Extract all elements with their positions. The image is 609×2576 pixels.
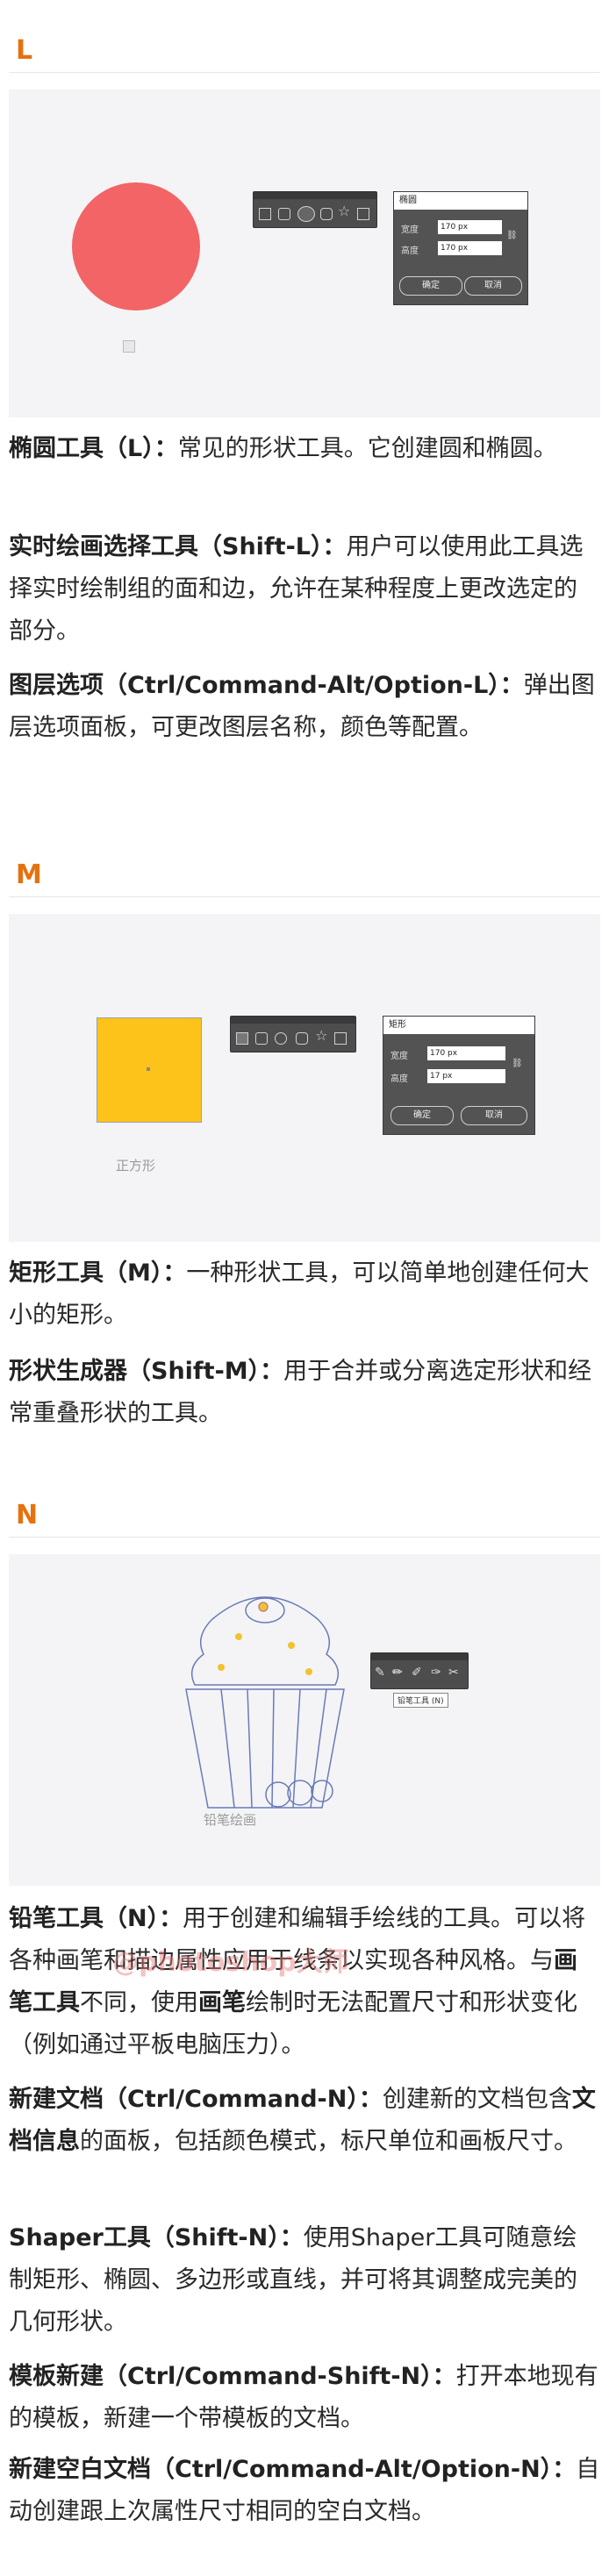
height-field[interactable]: 170 px [438, 241, 502, 255]
path-eraser-icon[interactable]: ✑ [431, 1666, 441, 1680]
description: 常见的形状工具。它创建圆和椭圆。 [177, 435, 557, 462]
polygon-tool-icon[interactable] [296, 1032, 308, 1045]
rectangle-tool-icon[interactable] [259, 208, 271, 220]
shape-caption: 正方形 [116, 1158, 156, 1174]
dialog-title: 矩形 [383, 1017, 534, 1034]
watermark: @photoshop大师 [112, 1947, 349, 1978]
cancel-button[interactable]: 取消 [464, 276, 522, 296]
cancel-button[interactable]: 取消 [461, 1106, 527, 1125]
width-field[interactable]: 170 px [427, 1046, 505, 1060]
flare-tool-icon[interactable] [357, 208, 369, 220]
rectangle-tool-icon[interactable] [236, 1032, 248, 1045]
text-template-new: 模板新建（Ctrl/Command-Shift-N）：打开本地现有的模板，新建一… [9, 2356, 600, 2440]
term: 实时绘画选择工具（Shift-L）： [9, 533, 347, 560]
width-field[interactable]: 170 px [438, 220, 502, 234]
description: 创建新的文档包含 [382, 2086, 572, 2113]
description: 的面板，包括颜色模式，标尺单位和画板尺寸。 [80, 2128, 577, 2155]
circle-shape [72, 182, 200, 310]
term: 形状生成器（Shift-M）： [9, 1358, 284, 1385]
divider [9, 896, 600, 897]
flare-tool-icon[interactable] [334, 1032, 347, 1045]
tooltip: 铅笔工具 (N) [393, 1693, 448, 1708]
text-new-blank: 新建空白文档（Ctrl/Command-Alt/Option-N）：自动创建跟上… [9, 2449, 600, 2533]
rounded-rect-tool-icon[interactable] [278, 208, 290, 220]
illustration-ellipse-tool: ☆ 椭圆 宽度 170 px 高度 170 px ⛓ 确定 取消 [9, 89, 600, 417]
section-letter: M [16, 860, 42, 890]
term: Shaper工具（Shift-N）： [9, 2224, 304, 2251]
term: 椭圆工具（L）： [9, 435, 178, 462]
pencil-tool-strip: ✎ ✏ ✐ ✑ ✂ [370, 1652, 469, 1689]
text-layer-options: 图层选项（Ctrl/Command-Alt/Option-L）：弹出图层选项面板… [9, 665, 600, 749]
illustration-rectangle-tool: 正方形 ☆ 矩形 宽度 170 px 高度 17 px ⛓ 确定 取消 [9, 914, 600, 1242]
text-ellipse-tool: 椭圆工具（L）：常见的形状工具。它创建圆和椭圆。 [9, 428, 600, 470]
text-shaper-tool: Shaper工具（Shift-N）：使用Shaper工具可随意绘制矩形、椭圆、多… [9, 2217, 600, 2344]
description: 不同，使用 [80, 1989, 198, 2016]
smooth-tool-icon[interactable]: ✐ [412, 1666, 422, 1680]
term: 图层选项（Ctrl/Command-Alt/Option-L）： [9, 672, 524, 699]
section-m-header: M [0, 851, 609, 903]
shape-caption: 铅笔绘画 [204, 1812, 257, 1828]
link-icon[interactable]: ⛓ [506, 231, 518, 240]
section-n-header: N [0, 1491, 609, 1544]
link-icon[interactable]: ⛓ [512, 1059, 523, 1068]
height-label: 高度 [401, 246, 419, 256]
star-tool-icon[interactable]: ☆ [315, 1027, 327, 1044]
height-field[interactable]: 17 px [427, 1069, 505, 1083]
width-label: 宽度 [401, 225, 419, 235]
height-label: 高度 [390, 1074, 408, 1084]
highlight: 画笔 [198, 1989, 246, 2016]
divider [9, 1537, 600, 1538]
ellipse-tool-icon[interactable] [297, 206, 315, 222]
polygon-tool-icon[interactable] [320, 208, 333, 220]
star-tool-icon[interactable]: ☆ [338, 203, 350, 219]
pencil-tool-icon[interactable]: ✏ [392, 1666, 403, 1680]
cupcake-sketch [185, 1596, 345, 1809]
text-new-document: 新建文档（Ctrl/Command-N）：创建新的文档包含文档信息的面板，包括颜… [9, 2079, 600, 2163]
section-letter: N [16, 1500, 39, 1531]
ellipse-tool-icon[interactable] [275, 1032, 287, 1045]
rectangle-dialog: 矩形 宽度 170 px 高度 17 px ⛓ 确定 取消 [383, 1016, 535, 1135]
term: 矩形工具（M）： [9, 1259, 187, 1287]
anchor-icon [123, 340, 135, 353]
term: 铅笔工具（N）： [9, 1905, 183, 1932]
illustration-pencil-tool: 铅笔绘画 ✎ ✏ ✐ ✑ ✂ 铅笔工具 (N) [9, 1554, 600, 1886]
term: 模板新建（Ctrl/Command-Shift-N）： [9, 2363, 456, 2390]
join-tool-icon[interactable]: ✂ [448, 1666, 459, 1680]
text-live-paint-select: 实时绘画选择工具（Shift-L）：用户可以使用此工具选择实时绘制组的面和边，允… [9, 526, 600, 653]
text-pencil-tool: 铅笔工具（N）：用于创建和编辑手绘线的工具。可以将各种画笔和描边属性应用于线条以… [9, 1898, 600, 2066]
section-letter: L [16, 35, 33, 66]
text-rectangle-tool: 矩形工具（M）：一种形状工具，可以简单地创建任何大小的矩形。 [9, 1252, 600, 1337]
shaper-tool-icon[interactable]: ✎ [375, 1666, 385, 1680]
term: 新建文档（Ctrl/Command-N）： [9, 2086, 383, 2113]
width-label: 宽度 [390, 1052, 408, 1061]
ellipse-dialog: 椭圆 宽度 170 px 高度 170 px ⛓ 确定 取消 [393, 191, 528, 305]
dialog-title: 椭圆 [394, 192, 527, 210]
term: 新建空白文档（Ctrl/Command-Alt/Option-N）： [9, 2456, 577, 2483]
ok-button[interactable]: 确定 [390, 1106, 454, 1125]
divider [9, 72, 600, 73]
ok-button[interactable]: 确定 [399, 276, 462, 296]
center-point [147, 1067, 150, 1071]
text-shape-builder: 形状生成器（Shift-M）：用于合并或分离选定形状和经常重叠形状的工具。 [9, 1351, 600, 1435]
rounded-rect-tool-icon[interactable] [255, 1032, 268, 1045]
shape-tool-strip: ☆ [230, 1016, 356, 1053]
shape-tool-strip: ☆ [253, 191, 377, 228]
section-l-header: L [0, 26, 609, 79]
